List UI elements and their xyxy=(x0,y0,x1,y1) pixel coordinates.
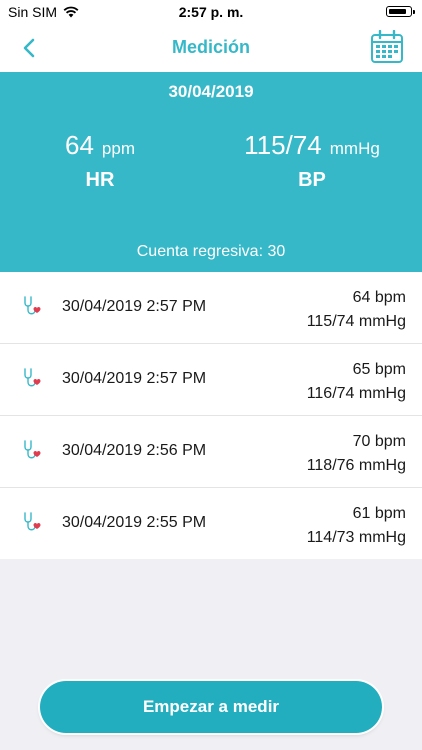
measurement-datetime: 30/04/2019 2:57 PM xyxy=(62,298,207,315)
bp-unit: mmHg xyxy=(329,139,380,158)
hr-metric: 64 ppm HR xyxy=(0,130,200,192)
measurement-hr: 65 bpm xyxy=(352,361,406,378)
list-item[interactable]: 30/04/2019 2:56 PM 70 bpm 118/76 mmHg xyxy=(0,415,422,487)
measurement-datetime: 30/04/2019 2:56 PM xyxy=(62,442,207,459)
calendar-icon[interactable] xyxy=(370,30,404,64)
measurement-values: 64 bpm 115/74 mmHg xyxy=(307,286,406,334)
measurement-hr: 64 bpm xyxy=(352,289,406,306)
measurement-hr: 70 bpm xyxy=(352,433,406,450)
measurement-bp: 115/74 mmHg xyxy=(306,313,406,330)
list-item[interactable]: 30/04/2019 2:55 PM 61 bpm 114/73 mmHg xyxy=(0,487,422,559)
measurement-bp: 118/76 mmHg xyxy=(306,457,406,474)
battery-icon xyxy=(386,6,415,17)
list-item[interactable]: 30/04/2019 2:57 PM 65 bpm 116/74 mmHg xyxy=(0,343,422,415)
stethoscope-heart-icon xyxy=(24,296,41,315)
bp-value: 115/74 xyxy=(244,130,322,160)
measurement-datetime: 30/04/2019 2:57 PM xyxy=(62,370,207,387)
hr-unit: ppm xyxy=(101,139,135,158)
measurement-list: 30/04/2019 2:57 PM 64 bpm 115/74 mmHg 30… xyxy=(0,272,422,559)
stethoscope-heart-icon xyxy=(24,512,41,531)
measurement-summary: 30/04/2019 64 ppm HR 115/74 mmHg BP Cuenta… xyxy=(0,72,422,272)
measurement-datetime: 30/04/2019 2:55 PM xyxy=(62,514,207,531)
summary-date: 30/04/2019 xyxy=(168,82,254,101)
countdown-text: Cuenta regresiva: 30 xyxy=(136,243,286,260)
list-item[interactable]: 30/04/2019 2:57 PM 64 bpm 115/74 mmHg xyxy=(0,272,422,343)
bp-label: BP xyxy=(298,169,326,191)
measurement-values: 65 bpm 116/74 mmHg xyxy=(307,358,406,406)
stethoscope-heart-icon xyxy=(24,368,41,387)
status-time: 2:57 p. m. xyxy=(178,4,244,20)
bp-metric: 115/74 mmHg BP xyxy=(212,130,412,192)
start-measuring-button[interactable]: Empezar a medir xyxy=(40,681,382,733)
nav-bar: Medición xyxy=(0,24,422,72)
measurement-values: 61 bpm 114/73 mmHg xyxy=(307,502,406,550)
stethoscope-heart-icon xyxy=(24,440,41,459)
measurement-bp: 114/73 mmHg xyxy=(306,529,406,546)
status-bar: Sin SIM 2:57 p. m. xyxy=(0,0,422,24)
measurement-values: 70 bpm 118/76 mmHg xyxy=(307,430,406,478)
page-title: Medición xyxy=(171,37,250,57)
hr-label: HR xyxy=(85,169,115,191)
measurement-hr: 61 bpm xyxy=(352,505,406,522)
measurement-bp: 116/74 mmHg xyxy=(306,385,406,402)
hr-value: 64 xyxy=(65,130,94,160)
